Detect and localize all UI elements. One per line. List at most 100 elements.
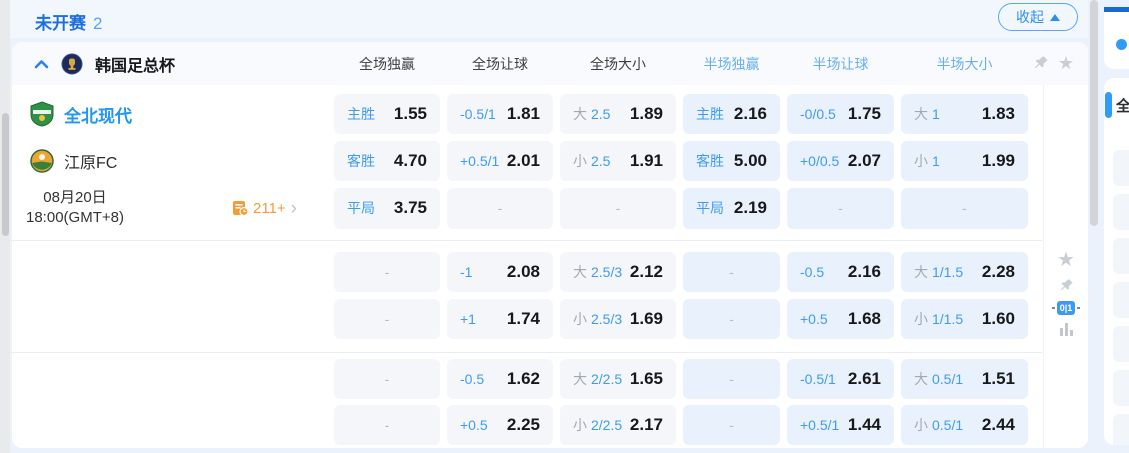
odds-value: 2.16 [848, 262, 881, 282]
odds-label: 大 [573, 262, 587, 282]
star-icon[interactable]: ★ [1058, 54, 1074, 72]
side-icon-gutter: ★ 0|1 [1043, 85, 1088, 448]
odds-row: 全北现代主胜1.55-0.5/11.81大2.51.89主胜2.16-0/0.5… [12, 94, 1042, 134]
odds-cell[interactable]: 小2.5/31.69 [560, 299, 676, 339]
score-display-icon[interactable]: 0|1 [1057, 301, 1076, 315]
odds-row: -+11.74小2.5/31.69-+0.51.68小1/1.51.60 [12, 299, 1042, 339]
odds-label: -1 [460, 264, 472, 280]
right-panel-tab-label[interactable]: 全 [1116, 95, 1129, 116]
odds-cell[interactable]: +0.52.25 [447, 405, 553, 445]
right-panel-odds-cell-cutoff [1113, 238, 1129, 274]
odds-value: 1.60 [982, 309, 1015, 329]
odds-cell[interactable]: -0/0.5 1.75 [787, 94, 894, 134]
odds-label: -0.5 [460, 371, 484, 387]
left-scrollbar-thumb[interactable] [2, 113, 9, 236]
odds-cell[interactable]: -0.5/12.61 [787, 359, 894, 399]
odds-label: 大 [914, 369, 928, 389]
odds-label: +1 [460, 311, 476, 327]
odds-cell[interactable]: 主胜2.16 [683, 94, 780, 134]
markets-count: 211+ [253, 200, 286, 217]
panel-scrollbar-thumb[interactable] [1090, 0, 1098, 226]
row-info-cell [12, 405, 327, 445]
column-header: 全场大小 [560, 54, 676, 74]
stats-chart-icon[interactable] [1060, 323, 1073, 336]
odds-value: 2.16 [734, 104, 767, 124]
odds-cell-empty: - [683, 299, 780, 339]
topbar: 未开赛 2 收起 [10, 0, 1088, 38]
pin-icon[interactable] [1033, 55, 1049, 71]
odds-cell[interactable]: 主胜 1.55 [334, 94, 440, 134]
odds-cell[interactable]: 客胜5.00 [683, 141, 780, 181]
odds-cell[interactable]: 小0.5/12.44 [901, 405, 1028, 445]
odds-value: 1.65 [630, 369, 663, 389]
away-team-row[interactable]: 江原FC [12, 149, 117, 173]
odds-label: -0.5/1 [800, 371, 836, 387]
odds-label: 大 [573, 104, 587, 124]
odds-cell-empty: - [447, 188, 553, 229]
odds-value: 2.01 [507, 151, 540, 171]
odds-handicap-label: 2.5/3 [591, 311, 622, 327]
left-scrollbar-track[interactable] [0, 0, 10, 453]
odds-value: 1.44 [848, 415, 881, 435]
odds-value: 1.55 [394, 104, 427, 124]
market-group: --0.51.62大2/2.51.65--0.5/12.61大0.5/11.51… [12, 352, 1042, 449]
odds-cell[interactable]: +0.5/1 1.44 [787, 405, 894, 445]
odds-value: 1.91 [630, 151, 663, 171]
odds-label: 大 [573, 369, 587, 389]
odds-value: 2.08 [507, 262, 540, 282]
odds-label: 主胜 [347, 104, 375, 124]
odds-cell[interactable]: 大2.51.89 [560, 94, 676, 134]
right-panel-card-top [1104, 12, 1129, 69]
odds-cell-empty: - [787, 188, 894, 229]
odds-cell[interactable]: 大11.83 [901, 94, 1028, 134]
collapse-chevron-icon[interactable] [34, 59, 49, 69]
column-header: 半场大小 [901, 54, 1028, 74]
match-count: 2 [93, 14, 102, 33]
status-label: 未开赛 [35, 14, 86, 33]
odds-cell-empty: - [334, 405, 440, 445]
odds-label: 大 [914, 104, 928, 124]
odds-label: 大 [914, 262, 928, 282]
odds-cell[interactable]: 大0.5/11.51 [901, 359, 1028, 399]
league-name[interactable]: 韩国足总杯 [95, 52, 175, 76]
odds-value: 1.75 [848, 104, 881, 124]
favorite-star-icon[interactable]: ★ [1057, 250, 1075, 270]
odds-label: -0/0.5 [800, 106, 836, 122]
odds-cell[interactable]: 平局3.75 [334, 188, 440, 229]
market-group: 全北现代主胜1.55-0.5/11.81大2.51.89主胜2.16-0/0.5… [12, 85, 1042, 240]
odds-cell[interactable]: +11.74 [447, 299, 553, 339]
odds-cell[interactable]: 小2/2.52.17 [560, 405, 676, 445]
odds-cell[interactable]: 平局2.19 [683, 188, 780, 229]
row-info-cell [12, 359, 327, 399]
odds-cell[interactable]: +0/0.52.07 [787, 141, 894, 181]
odds-value: 1.81 [507, 104, 540, 124]
odds-cell[interactable]: +0.51.68 [787, 299, 894, 339]
odds-cell[interactable]: 大1/1.52.28 [901, 252, 1028, 292]
odds-label: +0.5/1 [800, 417, 839, 433]
home-team-row[interactable]: 全北现代 [12, 101, 132, 127]
odds-cell[interactable]: -0.51.62 [447, 359, 553, 399]
right-panel-odds-cell-cutoff [1113, 282, 1129, 318]
odds-cell-empty: - [683, 405, 780, 445]
odds-label: 小 [573, 415, 587, 435]
odds-label: 平局 [696, 198, 724, 218]
odds-cell[interactable]: 小2.51.91 [560, 141, 676, 181]
odds-cell[interactable]: 小1/1.51.60 [901, 299, 1028, 339]
odds-cell[interactable]: 小11.99 [901, 141, 1028, 181]
side-pin-icon[interactable] [1059, 278, 1074, 293]
odds-value: 2.28 [982, 262, 1015, 282]
odds-cell[interactable]: 大2/2.51.65 [560, 359, 676, 399]
collapse-button[interactable]: 收起 [998, 3, 1078, 31]
odds-cell[interactable]: -1 2.08 [447, 252, 553, 292]
odds-cell[interactable]: -0.52.16 [787, 252, 894, 292]
odds-cell[interactable]: -0.5/11.81 [447, 94, 553, 134]
odds-cell[interactable]: 客胜4.70 [334, 141, 440, 181]
away-team-name[interactable]: 江原FC [64, 149, 117, 173]
more-markets-link[interactable]: 211+› [232, 199, 297, 218]
odds-cell[interactable]: +0.5/12.01 [447, 141, 553, 181]
odds-cell[interactable]: 大2.5/32.12 [560, 252, 676, 292]
status-header: 未开赛 2 [35, 9, 102, 34]
league-header: 韩国足总杯 全场独赢全场让球全场大小半场独赢半场让球半场大小 ★ [12, 42, 1088, 85]
row-info-cell: 江原FC [12, 141, 327, 181]
home-team-name[interactable]: 全北现代 [64, 102, 132, 127]
